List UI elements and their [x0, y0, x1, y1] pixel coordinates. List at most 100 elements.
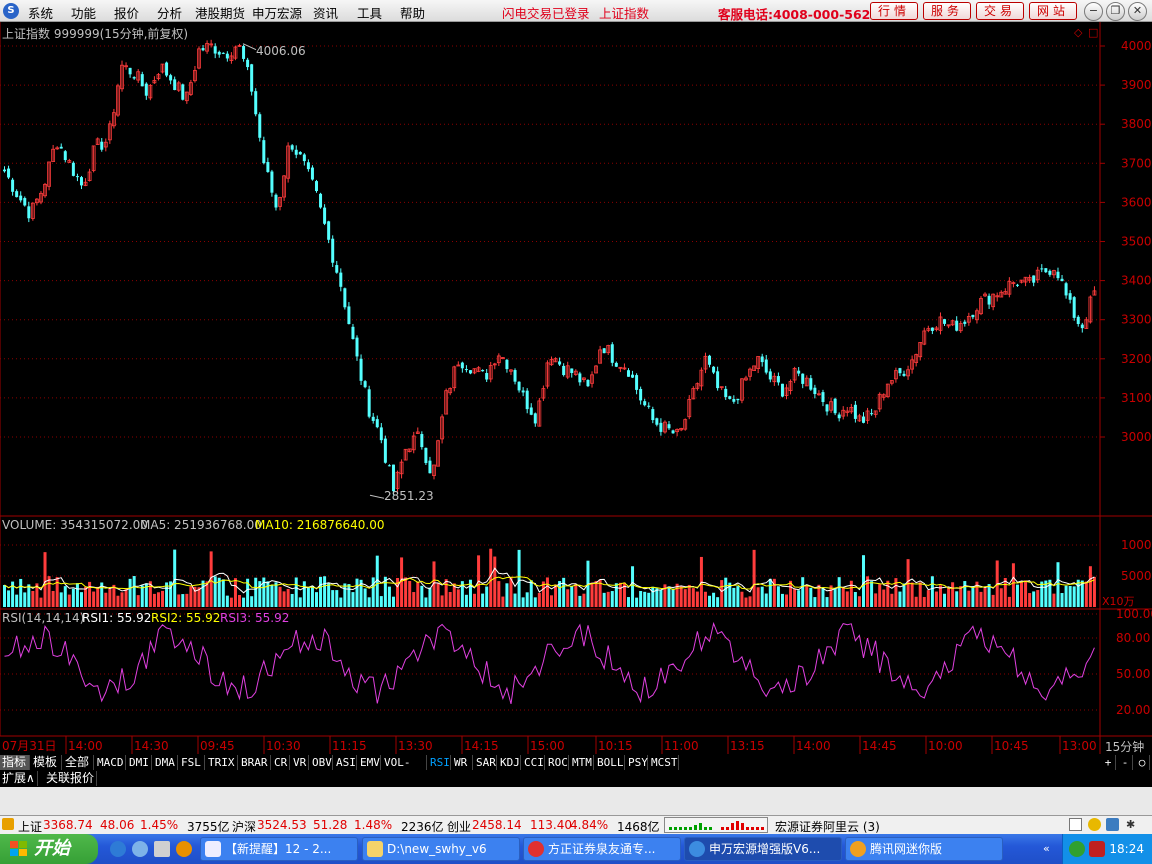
indicator-tab-cci[interactable]: CCI: [522, 755, 545, 770]
candle-down: [323, 207, 327, 224]
period-label[interactable]: 15分钟: [1105, 738, 1144, 755]
task-swhy[interactable]: 申万宏源增强版V6...: [684, 837, 842, 861]
settings-icon[interactable]: ✱: [1126, 818, 1140, 832]
restore-icon[interactable]: ❐: [1106, 2, 1125, 21]
candle-down: [586, 379, 590, 387]
zoom-out-button[interactable]: -: [1118, 755, 1133, 770]
volume-bar-down: [391, 596, 395, 607]
alert-icon[interactable]: [2, 818, 14, 830]
volume-bar-down: [213, 576, 217, 607]
volume-bar-up: [918, 582, 922, 607]
security-icon[interactable]: [1089, 841, 1105, 857]
tray-expand-icon[interactable]: «: [1043, 842, 1057, 856]
indicator-tab-全部[interactable]: 全部: [63, 755, 94, 770]
menu-swhy[interactable]: 申万宏源: [252, 3, 302, 22]
volume-bar-down: [712, 592, 716, 607]
candle-down: [870, 413, 874, 415]
menu-news[interactable]: 资讯: [313, 3, 338, 22]
volume-bar-up: [497, 581, 501, 607]
candle-down: [724, 388, 728, 398]
indicator-tab-fsl[interactable]: FSL: [179, 755, 205, 770]
indicator-tab-wr[interactable]: WR: [452, 755, 473, 770]
bulb-icon[interactable]: [1088, 818, 1101, 831]
task-swhy-label: 申万宏源增强版V6...: [709, 842, 821, 856]
network-icon[interactable]: [1069, 841, 1085, 857]
hs-price: 3524.53: [257, 818, 307, 832]
volume-bar-up: [161, 590, 165, 607]
candle-down: [1032, 275, 1036, 283]
candle-down: [201, 48, 205, 51]
candle-down: [898, 368, 902, 374]
candle-down: [861, 416, 865, 423]
ie-icon[interactable]: [110, 841, 126, 857]
volume-bar-up: [444, 579, 448, 607]
menu-hk-futures[interactable]: 港股期货: [195, 3, 245, 22]
current-index-link[interactable]: 上证指数: [599, 3, 649, 22]
clock[interactable]: 18:24: [1109, 842, 1144, 856]
indicator-tab-dma[interactable]: DMA: [153, 755, 178, 770]
trade-button[interactable]: 交易: [976, 2, 1024, 20]
indicator-tab-dmi[interactable]: DMI: [127, 755, 152, 770]
task-qq-news[interactable]: 腾讯网迷你版: [845, 837, 1003, 861]
task-forum[interactable]: 【新提醒】12 - 2...: [200, 837, 358, 861]
indicator-tab-cr[interactable]: CR: [272, 755, 290, 770]
task-fangzheng[interactable]: 方正证券泉友通专...: [523, 837, 681, 861]
reset-zoom-button[interactable]: ○: [1135, 755, 1150, 770]
menu-system[interactable]: 系统: [28, 3, 53, 22]
indicator-tab-asi[interactable]: ASI: [334, 755, 357, 770]
candle-down: [468, 370, 472, 374]
player-icon[interactable]: [176, 841, 192, 857]
indicator-tab-trix[interactable]: TRIX: [206, 755, 238, 770]
task-folder[interactable]: D:\new_swhy_v6: [362, 837, 520, 861]
signal-icon[interactable]: [1106, 818, 1119, 831]
expand-tab[interactable]: 扩展∧: [0, 771, 38, 786]
indicator-tab-boll[interactable]: BOLL: [595, 755, 625, 770]
indicator-tab-mcst[interactable]: MCST: [649, 755, 679, 770]
website-button[interactable]: 网站: [1029, 2, 1077, 20]
indicator-tab-brar[interactable]: BRAR: [239, 755, 271, 770]
close-icon[interactable]: ✕: [1128, 2, 1147, 21]
window-toggle-icon[interactable]: [1069, 818, 1082, 831]
candle-down: [578, 373, 582, 383]
indicator-tab-mtm[interactable]: MTM: [570, 755, 594, 770]
candle-down: [485, 373, 489, 380]
market-button[interactable]: 行情: [870, 2, 918, 20]
windows-taskbar: 开始 【新提醒】12 - 2... D:\new_swhy_v6 方正证券泉友通…: [0, 834, 1152, 864]
indicator-tab-macd[interactable]: MACD: [95, 755, 126, 770]
desktop-icon[interactable]: [154, 841, 170, 857]
indicator-tab-rsi[interactable]: RSI: [428, 755, 451, 770]
volume-bar-down: [225, 595, 229, 607]
indicator-tab-obv[interactable]: OBV: [310, 755, 333, 770]
chart-canvas[interactable]: 4000 3900 3800 3700 3600 3500 3400 3300 3200 3100…: [0, 22, 1152, 754]
indicator-tab-模板[interactable]: 模板: [31, 755, 62, 770]
zoom-in-button[interactable]: +: [1101, 755, 1116, 770]
candle-down: [987, 295, 991, 305]
menu-analysis[interactable]: 分析: [157, 3, 182, 22]
indicator-tab-kdj[interactable]: KDJ: [498, 755, 521, 770]
server-name[interactable]: 宏源证券阿里云 (3): [775, 818, 880, 835]
price-tick-label: 4000: [1121, 39, 1152, 53]
menu-function[interactable]: 功能: [71, 3, 96, 22]
menu-quote[interactable]: 报价: [114, 3, 139, 22]
candle-down: [181, 84, 185, 100]
menu-tools[interactable]: 工具: [357, 3, 382, 22]
indicator-tab-emv[interactable]: EMV: [358, 755, 381, 770]
volume-bar-down: [821, 587, 825, 607]
menu-help[interactable]: 帮助: [400, 3, 425, 22]
browser-icon[interactable]: [132, 841, 148, 857]
related-quote-tab[interactable]: 关联报价: [44, 771, 98, 786]
volume-bar-up: [39, 597, 43, 607]
indicator-tab-指标[interactable]: 指标: [0, 755, 30, 770]
indicator-tab-psy[interactable]: PSY: [626, 755, 648, 770]
indicator-tab-vol-tdx[interactable]: VOL-TDX: [382, 755, 427, 784]
candle-down: [270, 171, 274, 193]
indicator-tab-vr[interactable]: VR: [291, 755, 309, 770]
login-status[interactable]: 闪电交易已登录: [502, 3, 590, 22]
indicator-tab-roc[interactable]: ROC: [546, 755, 569, 770]
app-logo-icon[interactable]: S: [3, 3, 19, 19]
indicator-tab-sar[interactable]: SAR: [474, 755, 497, 770]
kline-chart-area[interactable]: 4000 3900 3800 3700 3600 3500 3400 3300 3200 3100…: [0, 22, 1152, 754]
start-button[interactable]: 开始: [0, 834, 98, 864]
service-button[interactable]: 服务: [923, 2, 971, 20]
minimize-icon[interactable]: −: [1084, 2, 1103, 21]
